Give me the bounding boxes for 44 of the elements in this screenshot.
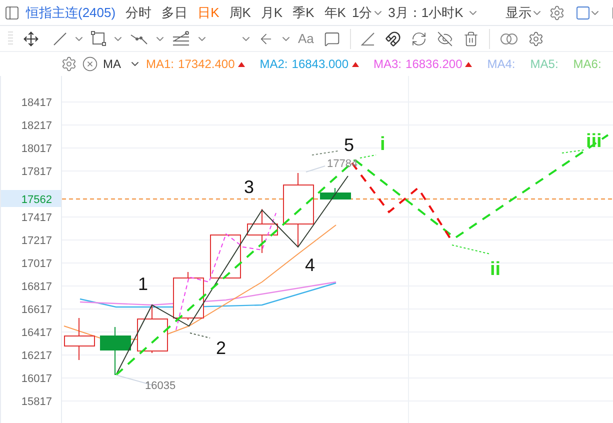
period-tab[interactable]: 季K [292, 2, 314, 22]
symbol-title: 恒指主连(2405) [26, 4, 116, 22]
period-dropdown[interactable]: 3月：1小时K [388, 2, 480, 22]
interval-dropdown[interactable]: 1分 [352, 2, 384, 22]
y-axis-label: 16617 [21, 304, 52, 316]
y-axis-label: 17817 [21, 166, 52, 178]
wave-label: iii [586, 131, 602, 152]
y-axis-label: 16217 [21, 350, 52, 362]
y-axis-label: 16817 [21, 281, 52, 293]
y-axis-label: 17017 [21, 258, 52, 270]
wave-label: 2 [216, 338, 226, 358]
wave-label: 5 [344, 135, 354, 155]
display-dropdown[interactable]: 显示 [505, 2, 544, 22]
ma-label: MA1: [146, 56, 174, 73]
y-axis-label: 15817 [21, 396, 52, 408]
period-tab[interactable]: 月K [260, 2, 283, 22]
period-tab[interactable]: 多日 [162, 2, 188, 22]
y-axis-label: 17217 [21, 235, 52, 247]
ma-value: 16836.200 [406, 56, 462, 73]
wave-label: 3 [244, 177, 254, 197]
period-tab[interactable]: 分时 [126, 2, 152, 22]
ma-label: MA4: [487, 56, 516, 73]
wave-label: 4 [305, 255, 316, 275]
ma-label: MA6: [573, 56, 602, 73]
y-axis-label: 16417 [21, 327, 52, 339]
low-price-label: 16035 [145, 380, 176, 392]
text-tool-button[interactable]: Aa [298, 28, 314, 48]
current-price-label: 17562 [21, 194, 52, 206]
ma-label: MA5: [530, 56, 558, 73]
y-axis-label: 17417 [21, 212, 52, 224]
y-axis-label: 18017 [21, 143, 52, 155]
period-tab[interactable]: 年K [324, 2, 346, 22]
indicator-dropdown[interactable]: MA [103, 55, 141, 73]
ma-label: MA3: [374, 56, 402, 73]
wave-label: ii [490, 259, 501, 280]
period-tab[interactable]: 周K [229, 2, 251, 22]
y-axis-label: 16017 [21, 373, 52, 385]
y-axis-label: 18417 [21, 97, 52, 109]
wave-label: i [380, 134, 386, 155]
ma-label: MA2: [260, 56, 288, 73]
ma-value: 16843.000 [292, 56, 348, 73]
ma-value: 17342.400 [178, 56, 235, 73]
wave-label: 1 [138, 274, 148, 294]
y-axis-label: 18217 [21, 120, 52, 132]
